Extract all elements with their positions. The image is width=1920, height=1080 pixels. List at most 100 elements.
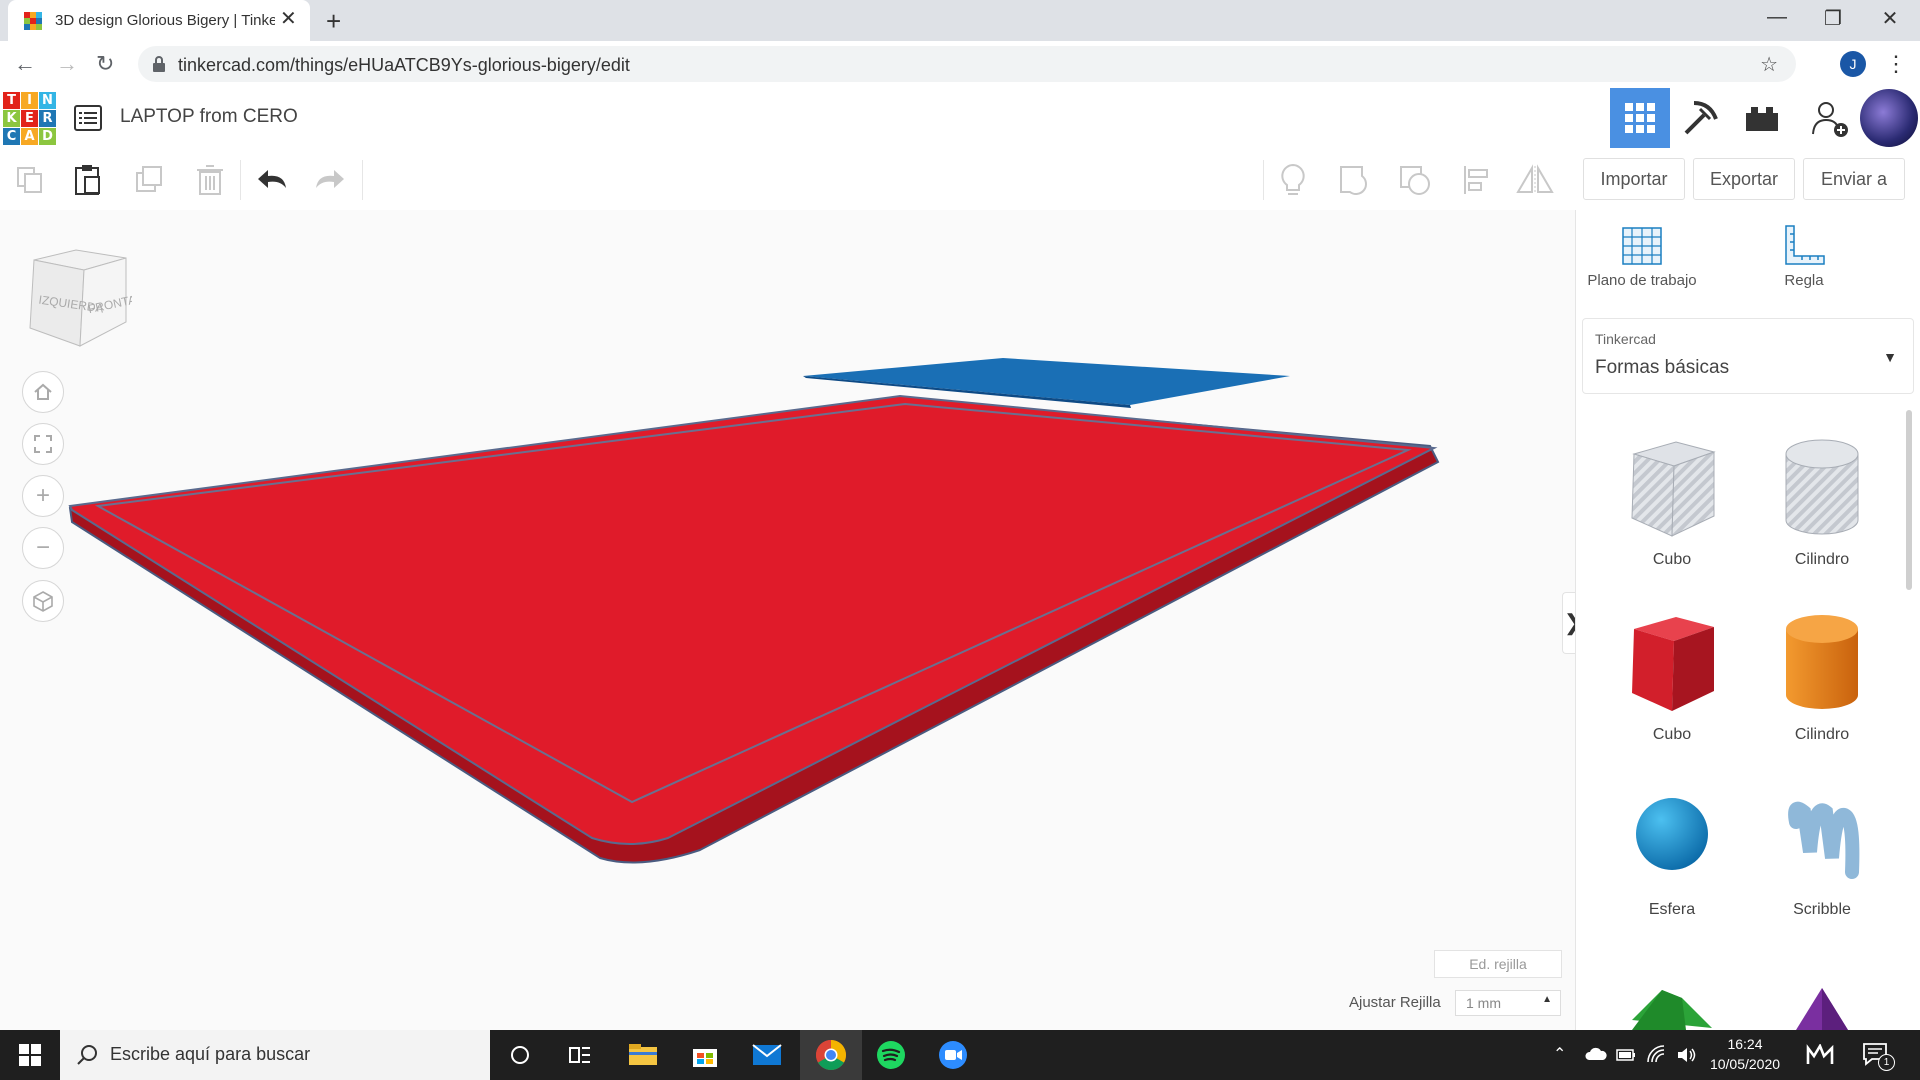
shapes-panel: Plano de trabajo Regla Tinkercad Formas …	[1575, 210, 1920, 1030]
grid-view-icon	[1625, 103, 1655, 133]
invite-user-button[interactable]	[1800, 88, 1860, 148]
browser-tab-strip: 3D design Glorious Bigery | Tinke ✕ + — …	[0, 0, 1920, 41]
shape-library-select[interactable]: Tinkercad Formas básicas ▼	[1582, 318, 1914, 394]
shape-item-cylinder[interactable]: Cilindro	[1752, 607, 1892, 744]
taskbar-search[interactable]: Escribe aquí para buscar	[60, 1030, 490, 1080]
wifi-icon[interactable]	[1646, 1044, 1666, 1064]
browser-menu-icon[interactable]: ⋮	[1885, 51, 1907, 77]
send-to-button[interactable]: Enviar a	[1803, 158, 1905, 200]
url-bar[interactable]: tinkercad.com/things/eHUaATCB9Ys-gloriou…	[138, 46, 1796, 82]
store-icon[interactable]	[688, 1038, 722, 1072]
shape-item-cone-partial[interactable]	[1772, 970, 1872, 1030]
red-box-object[interactable]	[68, 394, 1440, 864]
logo-letter: E	[21, 110, 38, 127]
notes-button[interactable]	[1273, 160, 1313, 200]
shape-item-box-hole[interactable]: Cubo	[1602, 432, 1742, 569]
cylinder-hole-icon	[1785, 439, 1859, 535]
tab-close-icon[interactable]: ✕	[280, 9, 297, 29]
restore-icon[interactable]: ❐	[1813, 6, 1853, 31]
onedrive-icon[interactable]	[1585, 1047, 1607, 1061]
3d-view-button[interactable]	[1610, 88, 1670, 148]
design-title[interactable]: LAPTOP from CERO	[120, 106, 298, 128]
new-tab-button[interactable]: +	[326, 6, 341, 37]
delete-button[interactable]	[190, 160, 230, 200]
cylinder-icon	[1786, 615, 1858, 709]
logo-letter: R	[39, 110, 56, 127]
pyramid-icon	[1796, 988, 1848, 1030]
tinkercad-favicon-icon	[24, 12, 42, 30]
action-center-button[interactable]: 1	[1862, 1042, 1898, 1071]
bricks-mode-button[interactable]	[1732, 88, 1792, 148]
scene-canvas[interactable]	[0, 210, 1575, 1030]
logo-letter: K	[3, 110, 20, 127]
ruler-icon	[1785, 225, 1825, 265]
group-solid-button[interactable]	[1335, 160, 1375, 200]
snap-grid-select[interactable]: 1 mm ▲	[1455, 990, 1561, 1016]
workplane-tool[interactable]: Plano de trabajo	[1577, 224, 1707, 289]
profile-avatar[interactable]: J	[1840, 51, 1866, 77]
box-hole-icon	[1631, 441, 1716, 537]
browser-tab[interactable]: 3D design Glorious Bigery | Tinke ✕	[8, 0, 310, 41]
cortana-icon[interactable]	[503, 1038, 537, 1072]
snap-grid-value: 1 mm	[1466, 995, 1501, 1011]
brick-icon	[1746, 107, 1778, 131]
volume-icon[interactable]	[1676, 1045, 1698, 1065]
logo-letter: N	[39, 92, 56, 109]
tray-expand-icon[interactable]: ⌃	[1553, 1044, 1566, 1064]
mail-icon[interactable]	[750, 1038, 784, 1072]
taskbar-clock[interactable]: 16:24 10/05/2020	[1700, 1034, 1790, 1074]
library-value: Formas básicas	[1595, 357, 1730, 378]
undo-button[interactable]	[252, 160, 292, 200]
paste-button[interactable]	[68, 160, 108, 200]
tinkercad-logo[interactable]: T I N K E R C A D	[3, 92, 57, 146]
shape-label: Cubo	[1652, 726, 1692, 743]
import-button[interactable]: Importar	[1583, 158, 1685, 200]
zoom-app-icon[interactable]	[936, 1038, 970, 1072]
shape-item-cylinder-hole[interactable]: Cilindro	[1752, 432, 1892, 569]
reload-icon[interactable]: ↻	[96, 51, 114, 77]
edit-toolbar: Importar Exportar Enviar a	[0, 148, 1920, 211]
close-window-icon[interactable]: ✕	[1870, 6, 1910, 31]
group-hole-button[interactable]	[1395, 160, 1435, 200]
user-avatar[interactable]	[1860, 89, 1918, 147]
spotify-icon[interactable]	[874, 1038, 908, 1072]
add-user-icon	[1812, 102, 1848, 137]
minimize-icon[interactable]: —	[1757, 6, 1797, 29]
logo-letter: T	[3, 92, 20, 109]
3d-workspace[interactable]: IZQUIERDA FRONTAL + − Ed. rejilla Ajusta…	[0, 210, 1575, 1030]
forward-icon[interactable]: →	[56, 51, 78, 77]
shape-item-roof-partial[interactable]	[1622, 970, 1722, 1030]
back-icon[interactable]: ←	[14, 51, 36, 77]
shape-item-scribble[interactable]: Scribble	[1752, 782, 1892, 919]
ruler-tool[interactable]: Regla	[1739, 224, 1869, 289]
edit-grid-button[interactable]: Ed. rejilla	[1434, 950, 1562, 978]
blocks-mode-button[interactable]	[1671, 88, 1731, 148]
redo-button[interactable]	[310, 160, 350, 200]
roof-icon	[1632, 990, 1712, 1030]
logo-letter: I	[21, 92, 38, 109]
export-button[interactable]: Exportar	[1693, 158, 1795, 200]
windows-start-icon[interactable]	[13, 1038, 47, 1072]
duplicate-icon	[136, 166, 162, 192]
bookmark-star-icon[interactable]: ☆	[1760, 52, 1778, 77]
clock-date: 10/05/2020	[1709, 1056, 1781, 1072]
task-view-icon[interactable]	[563, 1038, 597, 1072]
sphere-icon	[1636, 798, 1708, 870]
duplicate-button[interactable]	[130, 160, 170, 200]
align-button[interactable]	[1457, 160, 1497, 200]
copy-button[interactable]	[10, 160, 50, 200]
panel-scrollbar[interactable]	[1906, 410, 1912, 590]
battery-icon[interactable]	[1616, 1046, 1636, 1062]
shape-item-sphere[interactable]: Esfera	[1602, 782, 1742, 919]
shape-item-box[interactable]: Cubo	[1602, 607, 1742, 744]
align-icon	[1464, 166, 1488, 194]
shape-label: Cilindro	[1794, 726, 1850, 743]
mirror-button[interactable]	[1515, 160, 1555, 200]
tray-app-icon[interactable]	[1806, 1044, 1834, 1066]
file-explorer-icon[interactable]	[626, 1038, 660, 1072]
pickaxe-icon	[1684, 101, 1718, 135]
design-list-icon[interactable]	[74, 105, 102, 131]
copy-icon	[17, 167, 42, 193]
chrome-active-task[interactable]	[800, 1030, 862, 1080]
workplane-icon	[1622, 227, 1662, 265]
